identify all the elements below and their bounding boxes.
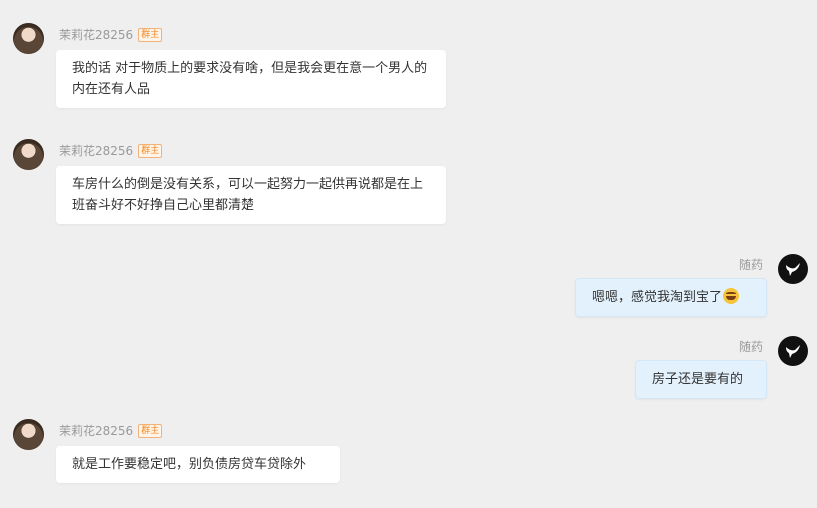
user-avatar[interactable] bbox=[13, 139, 44, 170]
message-bubble: 我的话 对于物质上的要求没有啥，但是我会更在意一个男人的内在还有人品 bbox=[56, 50, 446, 108]
message-bubble: 就是工作要稳定吧，别负债房贷车贷除外 bbox=[56, 446, 340, 483]
bird-logo-icon bbox=[786, 263, 800, 276]
grinning-face-emoji-icon bbox=[723, 288, 740, 304]
owner-badge: 群主 bbox=[138, 143, 163, 158]
owner-badge: 群主 bbox=[138, 27, 163, 42]
bird-logo-icon bbox=[786, 345, 800, 358]
sender-name[interactable]: 随药 bbox=[739, 256, 763, 273]
message-bubble: 车房什么的倒是没有关系，可以一起努力一起供再说都是在上班奋斗好不好挣自己心里都清… bbox=[56, 166, 446, 224]
sender-name[interactable]: 茉莉花28256 bbox=[59, 142, 133, 159]
owner-badge: 群主 bbox=[138, 423, 163, 438]
user-avatar[interactable] bbox=[13, 23, 44, 54]
sender-name[interactable]: 茉莉花28256 bbox=[59, 26, 133, 43]
message-bubble: 嗯嗯，感觉我淘到宝了 bbox=[575, 278, 767, 317]
sender-name[interactable]: 随药 bbox=[739, 338, 763, 355]
message-bubble: 房子还是要有的 bbox=[635, 360, 767, 399]
user-avatar[interactable] bbox=[778, 336, 808, 366]
user-avatar[interactable] bbox=[778, 254, 808, 284]
user-avatar[interactable] bbox=[13, 419, 44, 450]
message-text: 嗯嗯，感觉我淘到宝了 bbox=[592, 290, 723, 305]
sender-name[interactable]: 茉莉花28256 bbox=[59, 422, 133, 439]
